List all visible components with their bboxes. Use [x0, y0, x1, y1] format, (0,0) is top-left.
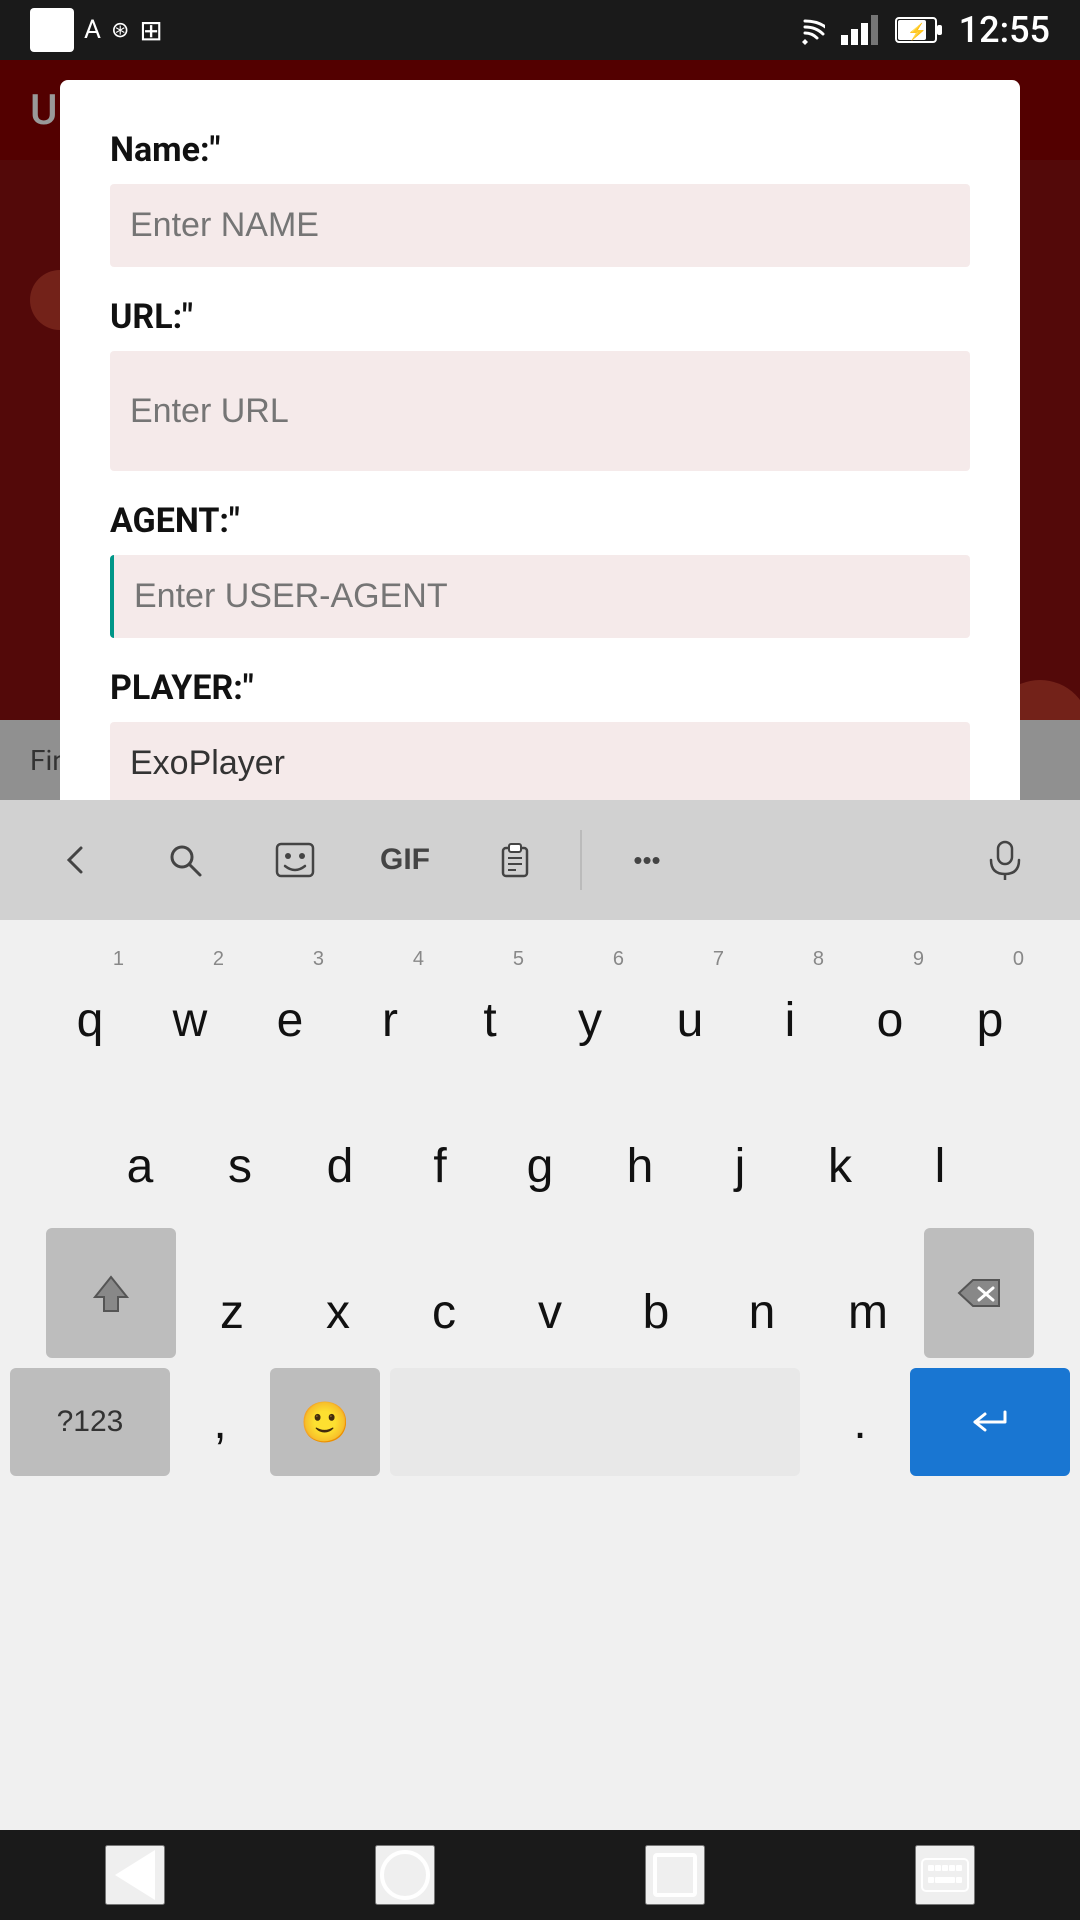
numbers-key[interactable]: ?123: [10, 1368, 170, 1476]
keyboard-gif-button[interactable]: GIF: [350, 820, 460, 900]
toolbar-separator: [580, 830, 582, 890]
keyboard-row-1: 1q 2w 3e 4r 5t 6y 7u 8i 9o 0p: [0, 936, 1080, 1066]
key-e[interactable]: 3e: [240, 936, 340, 1066]
signal-icon: [841, 15, 879, 45]
emoji-key[interactable]: 🙂: [270, 1368, 380, 1476]
key-w[interactable]: 2w: [140, 936, 240, 1066]
nav-back-button[interactable]: [105, 1845, 165, 1905]
key-x[interactable]: x: [288, 1228, 388, 1358]
spacebar-key[interactable]: [390, 1368, 800, 1476]
name-field-group: Name:": [110, 130, 970, 297]
keyboard-more-button[interactable]: •••: [592, 820, 702, 900]
keyboard-search-button[interactable]: [130, 820, 240, 900]
key-l[interactable]: l: [890, 1082, 990, 1212]
status-bar: A ⊛ ⊞ ⚡ 12:55: [0, 0, 1080, 60]
comma-key[interactable]: ,: [170, 1368, 270, 1476]
name-label: Name:": [110, 130, 970, 170]
period-key[interactable]: .: [810, 1368, 910, 1476]
keyboard-row-4: ?123 , 🙂 .: [0, 1368, 1080, 1476]
key-c[interactable]: c: [394, 1228, 494, 1358]
player-input[interactable]: [110, 722, 970, 805]
key-y[interactable]: 6y: [540, 936, 640, 1066]
agent-input[interactable]: [110, 555, 970, 638]
key-h[interactable]: h: [590, 1082, 690, 1212]
keyboard-row-2: a s d f g h j k l: [0, 1082, 1080, 1212]
backspace-key[interactable]: [924, 1228, 1034, 1358]
player-label: PLAYER:": [110, 668, 970, 708]
key-a[interactable]: a: [90, 1082, 190, 1212]
app-icon-1: [30, 8, 74, 52]
key-t[interactable]: 5t: [440, 936, 540, 1066]
nav-keyboard-button[interactable]: [915, 1845, 975, 1905]
key-n[interactable]: n: [712, 1228, 812, 1358]
key-m[interactable]: m: [818, 1228, 918, 1358]
shift-key[interactable]: [46, 1228, 176, 1358]
status-icon-2: A: [84, 15, 101, 45]
nav-recents-button[interactable]: [645, 1845, 705, 1905]
status-icon-4: ⊞: [139, 14, 162, 47]
url-input[interactable]: [110, 351, 970, 471]
key-k[interactable]: k: [790, 1082, 890, 1212]
keyboard-toolbar: GIF •••: [0, 800, 1080, 920]
nav-home-button[interactable]: [375, 1845, 435, 1905]
key-z[interactable]: z: [182, 1228, 282, 1358]
keyboard: GIF ••• 1q 2w 3e 4r 5t 6y 7u 8i 9o 0p a …: [0, 800, 1080, 1920]
key-j[interactable]: j: [690, 1082, 790, 1212]
key-r[interactable]: 4r: [340, 936, 440, 1066]
key-b[interactable]: b: [606, 1228, 706, 1358]
status-time: 12:55: [959, 9, 1050, 51]
url-field-group: URL:": [110, 297, 970, 501]
wifi-icon: [785, 15, 825, 45]
keyboard-mic-button[interactable]: [950, 820, 1060, 900]
key-p[interactable]: 0p: [940, 936, 1040, 1066]
keyboard-sticker-button[interactable]: [240, 820, 350, 900]
keyboard-clipboard-button[interactable]: [460, 820, 570, 900]
enter-key[interactable]: [910, 1368, 1070, 1476]
key-o[interactable]: 9o: [840, 936, 940, 1066]
svg-text:⚡: ⚡: [907, 22, 927, 41]
keyboard-row-3: z x c v b n m: [0, 1228, 1080, 1358]
key-q[interactable]: 1q: [40, 936, 140, 1066]
keyboard-back-button[interactable]: [20, 820, 130, 900]
status-bar-left: A ⊛ ⊞: [30, 8, 163, 52]
navigation-bar: [0, 1830, 1080, 1920]
key-v[interactable]: v: [500, 1228, 600, 1358]
name-input[interactable]: [110, 184, 970, 267]
key-g[interactable]: g: [490, 1082, 590, 1212]
battery-icon: ⚡: [895, 17, 943, 43]
key-d[interactable]: d: [290, 1082, 390, 1212]
status-bar-right: ⚡ 12:55: [785, 9, 1050, 51]
key-u[interactable]: 7u: [640, 936, 740, 1066]
key-i[interactable]: 8i: [740, 936, 840, 1066]
url-label: URL:": [110, 297, 970, 337]
agent-field-group: AGENT:": [110, 501, 970, 668]
key-f[interactable]: f: [390, 1082, 490, 1212]
key-s[interactable]: s: [190, 1082, 290, 1212]
agent-label: AGENT:": [110, 501, 970, 541]
status-icon-3: ⊛: [111, 18, 129, 43]
gif-label: GIF: [380, 843, 430, 877]
